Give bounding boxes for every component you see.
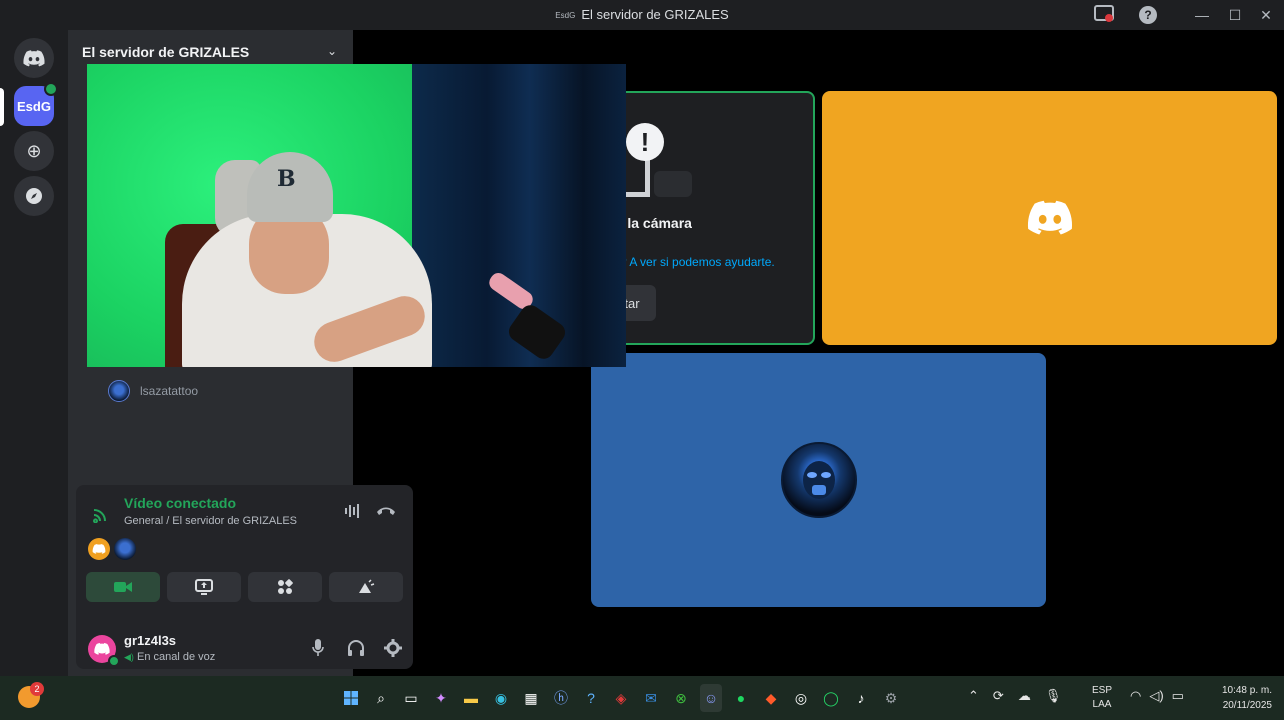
- windows-taskbar: 2 ⌕ ▭ ✦ ▬ ◉ ▦ ⓗ ? ◈ ✉ ⊗ ☺ ● ◆ ◎ ◯ ♪ ⚙ ⌃ …: [0, 676, 1284, 720]
- search-icon[interactable]: ⌕: [370, 684, 392, 712]
- task-view-icon[interactable]: ▭: [400, 684, 422, 712]
- volume-icon: ◁): [1149, 688, 1164, 703]
- settings-gear-icon[interactable]: [384, 639, 402, 662]
- outlook-icon[interactable]: ✉: [640, 684, 662, 712]
- voice-member[interactable]: lsazatattoo: [108, 380, 198, 402]
- tiktok-icon[interactable]: ♪: [850, 684, 872, 712]
- close-button[interactable]: ✕: [1256, 5, 1276, 25]
- battery-icon: ▭: [1171, 688, 1184, 703]
- video-tile-member[interactable]: [591, 353, 1046, 607]
- speaker-icon: ◀): [124, 652, 134, 662]
- voice-channel-path[interactable]: General / El servidor de GRIZALES: [124, 515, 297, 527]
- clock-date: 20/11/2025: [1222, 700, 1272, 711]
- activities-button[interactable]: [248, 572, 322, 602]
- noise-suppression-icon[interactable]: [344, 503, 362, 524]
- quick-settings[interactable]: ◠ ◁) ▭: [1130, 688, 1184, 704]
- server-rail: EsdG ⊕: [0, 30, 68, 676]
- voice-member-name: lsazatattoo: [140, 384, 199, 398]
- xbox-icon[interactable]: ⊗: [670, 684, 692, 712]
- server-name-header[interactable]: El servidor de GRIZALES: [82, 44, 249, 60]
- brave-icon[interactable]: ◆: [760, 684, 782, 712]
- mcafee-icon[interactable]: ◈: [610, 684, 632, 712]
- help-icon[interactable]: ?: [1139, 6, 1157, 24]
- keyboard-layout: LAA: [1092, 699, 1112, 710]
- cloud-icon[interactable]: ☁: [1018, 688, 1031, 704]
- headphones-icon[interactable]: [347, 639, 365, 662]
- user-status-text: En canal de voz: [136, 651, 216, 663]
- server-esdg-label: EsdG: [17, 98, 51, 114]
- maximize-button[interactable]: ☐: [1225, 5, 1245, 25]
- whatsapp-icon[interactable]: ◯: [820, 684, 842, 712]
- participant-avatar[interactable]: [114, 538, 136, 560]
- voice-status[interactable]: Vídeo conectado: [124, 495, 236, 511]
- system-tray: ⌃ ⟳ ☁ 🎙: [968, 688, 1061, 704]
- user-panel: gr1z4l3s ◀) En canal de voz: [84, 633, 409, 669]
- active-server-indicator: [0, 88, 4, 126]
- language-code: ESP: [1092, 685, 1113, 696]
- add-server-icon[interactable]: ⊕: [14, 131, 54, 171]
- tray-overflow-chevron-icon[interactable]: ⌃: [968, 688, 979, 704]
- soundboard-button[interactable]: [329, 572, 403, 602]
- voice-connection-panel: Vídeo conectado General / El servidor de…: [76, 485, 413, 669]
- voice-member-avatar: [108, 380, 130, 402]
- voice-active-badge: [44, 82, 58, 96]
- camera-error-title: r la cámara: [618, 215, 692, 231]
- inbox-icon[interactable]: [1094, 5, 1114, 25]
- cap-logo: B: [277, 166, 296, 192]
- clock[interactable]: 10:48 p. m. 20/11/2025: [1202, 683, 1272, 713]
- obs-icon[interactable]: ◎: [790, 684, 812, 712]
- disconnect-icon[interactable]: [376, 503, 396, 521]
- microphone-icon[interactable]: [312, 639, 324, 662]
- signal-icon: [92, 505, 110, 528]
- camera-button[interactable]: [86, 572, 160, 602]
- server-esdg[interactable]: EsdG: [14, 82, 58, 126]
- camera-help-link[interactable]: ? A ver si podemos ayudarte.: [620, 255, 775, 269]
- webcam-popout[interactable]: B: [87, 64, 626, 367]
- server-icon-small: EsdG: [555, 11, 576, 20]
- discord-logo-icon: [1027, 200, 1072, 235]
- taskbar-apps: ⌕ ▭ ✦ ▬ ◉ ▦ ⓗ ? ◈ ✉ ⊗ ☺ ● ◆ ◎ ◯ ♪ ⚙: [340, 684, 902, 712]
- language-indicator[interactable]: ESP LAA: [1092, 684, 1112, 712]
- user-status: ◀) En canal de voz: [124, 651, 215, 663]
- online-status-dot: [108, 655, 120, 667]
- window-title-text: El servidor de GRIZALES: [581, 7, 729, 22]
- edge-icon[interactable]: ◉: [490, 684, 512, 712]
- video-tile-user[interactable]: [822, 91, 1277, 345]
- window-title: EsdG El servidor de GRIZALES: [0, 7, 1284, 22]
- microphone-tray-icon[interactable]: 🎙: [1045, 688, 1062, 704]
- video-tile-camera-error[interactable]: ! r la cámara ? A ver si podemos ayudart…: [594, 91, 815, 345]
- username[interactable]: gr1z4l3s: [124, 633, 176, 648]
- title-bar: EsdG El servidor de GRIZALES ? — ☐ ✕: [0, 0, 1284, 30]
- warning-icon: !: [626, 123, 664, 161]
- camera-shape: [654, 171, 692, 197]
- file-explorer-icon[interactable]: ▬: [460, 684, 482, 712]
- chevron-down-icon[interactable]: ⌄: [327, 44, 337, 58]
- participant-avatar[interactable]: [88, 538, 110, 560]
- discord-home-icon[interactable]: [14, 38, 54, 78]
- screen-share-button[interactable]: [167, 572, 241, 602]
- widget-badge: 2: [30, 682, 44, 696]
- wifi-icon: ◠: [1130, 688, 1142, 703]
- copilot-icon[interactable]: ✦: [430, 684, 452, 712]
- hp-icon[interactable]: ⓗ: [550, 684, 572, 712]
- explore-icon[interactable]: [14, 176, 54, 216]
- sync-icon[interactable]: ⟳: [993, 688, 1004, 704]
- settings-taskbar-icon[interactable]: ⚙: [880, 684, 902, 712]
- help-app-icon[interactable]: ?: [580, 684, 602, 712]
- store-icon[interactable]: ▦: [520, 684, 542, 712]
- member-avatar: [780, 442, 857, 518]
- clock-time: 10:48 p. m.: [1221, 685, 1272, 696]
- minimize-button[interactable]: —: [1192, 5, 1212, 25]
- spotify-icon[interactable]: ●: [730, 684, 752, 712]
- windows-start-icon[interactable]: [340, 684, 362, 712]
- discord-taskbar-icon[interactable]: ☺: [700, 684, 722, 712]
